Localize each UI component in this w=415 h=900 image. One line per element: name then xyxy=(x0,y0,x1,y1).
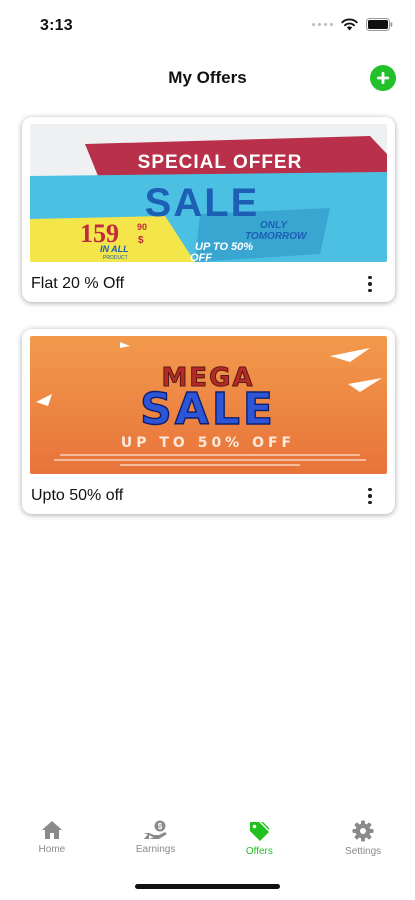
home-icon xyxy=(41,821,62,839)
more-vertical-icon xyxy=(368,275,372,280)
home-indicator xyxy=(135,884,280,889)
offer-card[interactable]: SPECIAL OFFER SALE 159 90 $ IN ALL PRODU… xyxy=(22,117,395,302)
more-vertical-icon xyxy=(368,487,372,492)
banner-price-cents: 90 xyxy=(137,222,147,232)
tab-label: Earnings xyxy=(135,844,176,855)
offer-banner-image: SPECIAL OFFER SALE 159 90 $ IN ALL PRODU… xyxy=(30,124,387,262)
tab-settings[interactable]: Settings xyxy=(311,810,415,870)
tab-earnings[interactable]: $ Earnings xyxy=(104,810,208,870)
signal-icon xyxy=(312,23,333,26)
banner-sale: SALE xyxy=(145,181,260,225)
banner-price-subnote: PRODUCT xyxy=(103,255,128,261)
add-offer-button[interactable] xyxy=(370,65,396,91)
gear-icon xyxy=(352,820,374,842)
status-bar: 3:13 xyxy=(0,0,415,50)
svg-text:$: $ xyxy=(157,822,162,831)
banner-headline: SPECIAL OFFER xyxy=(138,152,303,173)
more-options-button[interactable] xyxy=(361,485,379,507)
offer-title: Flat 20 % Off xyxy=(31,275,125,292)
tab-offers[interactable]: Offers xyxy=(208,810,312,870)
plus-icon xyxy=(377,72,389,84)
offer-title: Upto 50% off xyxy=(31,487,124,504)
tab-home[interactable]: Home xyxy=(0,810,104,870)
banner-tagline-2: TOMORROW xyxy=(245,231,308,242)
banner-subline: UP TO 50% OFF xyxy=(121,435,295,451)
tab-label: Home xyxy=(38,844,66,855)
banner-discount-2: OFF xyxy=(190,252,212,262)
banner-price-note: IN ALL xyxy=(100,244,129,254)
status-icons xyxy=(312,18,393,31)
more-options-button[interactable] xyxy=(361,273,379,295)
page-title: My Offers xyxy=(168,68,247,87)
offer-card[interactable]: MEGA SALE UP TO 50% OFF Upto 50% off xyxy=(22,329,395,514)
status-time: 3:13 xyxy=(40,17,73,34)
offer-banner-image: MEGA SALE UP TO 50% OFF xyxy=(30,336,387,474)
banner-currency: $ xyxy=(138,235,144,246)
banner-tagline-1: ONLY xyxy=(260,220,288,231)
battery-icon xyxy=(366,18,393,31)
wifi-icon xyxy=(341,18,358,31)
banner-sale: SALE xyxy=(140,384,276,435)
earnings-icon: $ xyxy=(143,820,167,839)
tab-label: Offers xyxy=(245,846,273,857)
tab-label: Settings xyxy=(345,846,382,857)
nav-header: My Offers xyxy=(0,56,415,100)
tab-bar: Home $ Earnings Offers Settings xyxy=(0,810,415,870)
tag-icon xyxy=(250,822,270,841)
